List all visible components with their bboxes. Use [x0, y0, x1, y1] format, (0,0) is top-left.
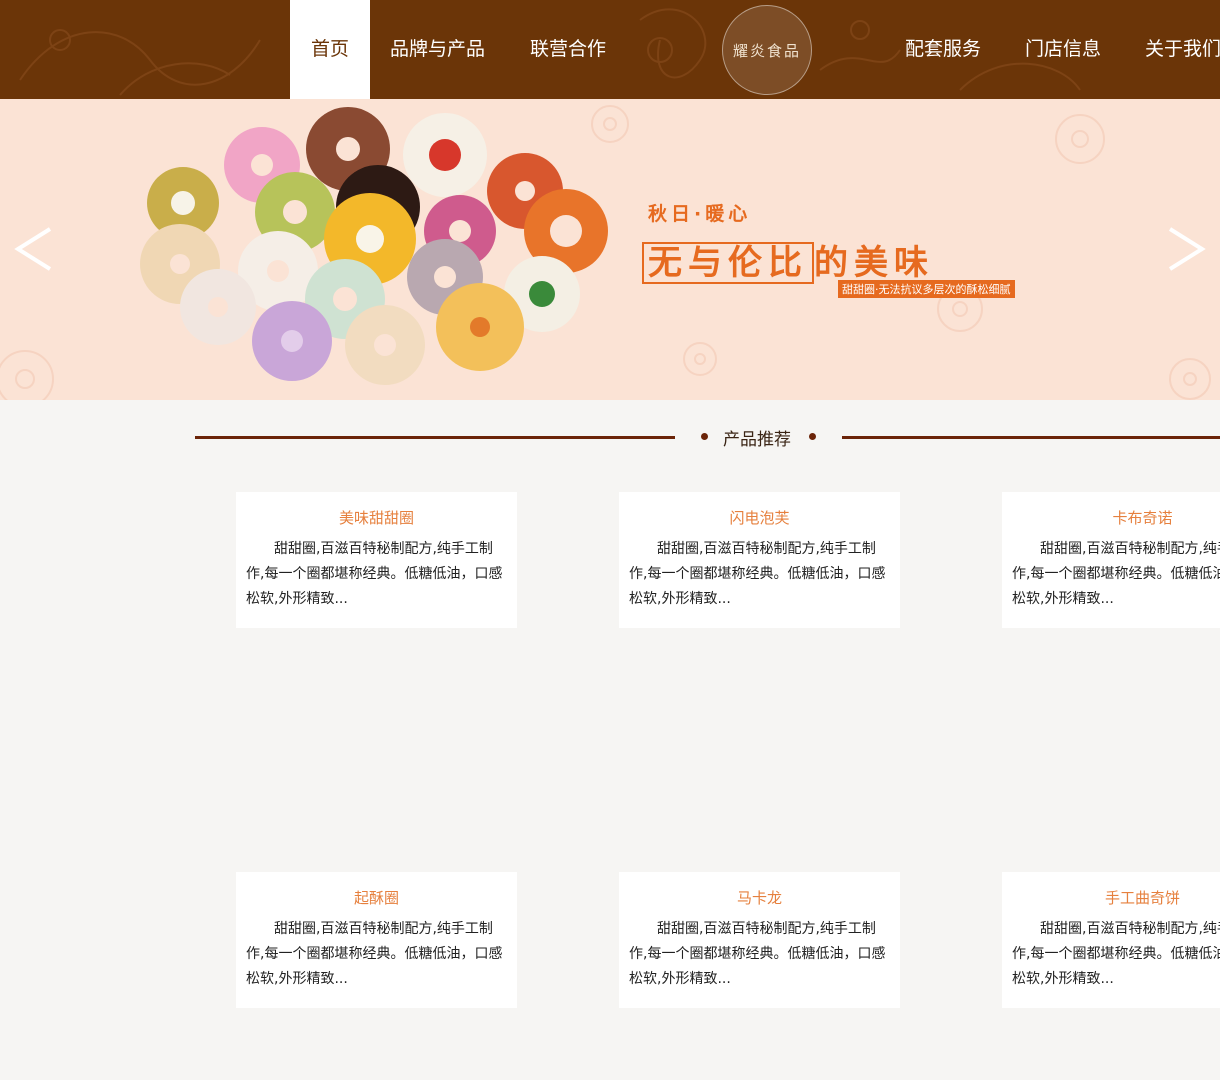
carousel-prev-icon[interactable]: [10, 224, 60, 274]
nav-partnership[interactable]: 联营合作: [530, 0, 606, 99]
nav-brand-products[interactable]: 品牌与产品: [390, 0, 485, 99]
carousel-next-icon[interactable]: [1160, 224, 1210, 274]
banner-slogan-main: 无与伦比 的美味: [642, 235, 934, 284]
product-description: 甜甜圈,百滋百特秘制配方,纯手工制 作,每一个圈都堪称经典。低糖低油，口感 松软…: [629, 541, 886, 607]
nav-stores[interactable]: 门店信息: [1025, 0, 1101, 99]
product-card[interactable]: 美味甜甜圈 甜甜圈,百滋百特秘制配方,纯手工制 作,每一个圈都堪称经典。低糖低油…: [236, 492, 517, 628]
product-title[interactable]: 闪电泡芙: [619, 507, 900, 528]
section-header: 产品推荐: [0, 420, 1220, 454]
section-title: 产品推荐: [723, 430, 791, 450]
logo-text: 耀炎食品: [732, 41, 801, 60]
product-title[interactable]: 起酥圈: [236, 887, 517, 908]
donut-illustration: [0, 105, 1211, 400]
nav-about[interactable]: 关于我们: [1145, 0, 1220, 99]
hero-banner[interactable]: 秋日·暖心 无与伦比 的美味 甜甜圈·无法抗议多层次的酥松细腻: [0, 99, 1220, 400]
brand-logo[interactable]: 耀炎食品: [722, 5, 812, 95]
product-card[interactable]: 马卡龙 甜甜圈,百滋百特秘制配方,纯手工制 作,每一个圈都堪称经典。低糖低油，口…: [619, 872, 900, 1008]
product-title[interactable]: 马卡龙: [619, 887, 900, 908]
product-title[interactable]: 卡布奇诺: [1002, 507, 1220, 528]
banner-slogan-top: 秋日·暖心: [648, 203, 752, 225]
section-divider-right: [842, 436, 1220, 439]
product-card[interactable]: 闪电泡芙 甜甜圈,百滋百特秘制配方,纯手工制 作,每一个圈都堪称经典。低糖低油，…: [619, 492, 900, 628]
product-title[interactable]: 美味甜甜圈: [236, 507, 517, 528]
product-card[interactable]: 卡布奇诺 甜甜圈,百滋百特秘制配方,纯手工制 作,每一个圈都堪称经典。低糖低油，…: [1002, 492, 1220, 628]
banner-slogan-sub: 甜甜圈·无法抗议多层次的酥松细腻: [838, 280, 1015, 298]
section-divider-left: [195, 436, 675, 439]
product-description: 甜甜圈,百滋百特秘制配方,纯手工制 作,每一个圈都堪称经典。低糖低油，口感 松软…: [629, 921, 886, 987]
product-description: 甜甜圈,百滋百特秘制配方,纯手工制 作,每一个圈都堪称经典。低糖低油，口感 松软…: [1012, 921, 1220, 987]
banner-slogan-boxed: 无与伦比: [642, 242, 814, 284]
product-card[interactable]: 手工曲奇饼 甜甜圈,百滋百特秘制配方,纯手工制 作,每一个圈都堪称经典。低糖低油…: [1002, 872, 1220, 1008]
section-dot-right: [809, 433, 816, 440]
nav-home[interactable]: 首页: [290, 0, 370, 99]
nav-services[interactable]: 配套服务: [905, 0, 981, 99]
product-description: 甜甜圈,百滋百特秘制配方,纯手工制 作,每一个圈都堪称经典。低糖低油，口感 松软…: [1012, 541, 1220, 607]
site-header: 首页 品牌与产品 联营合作 耀炎食品 配套服务 门店信息 关于我们: [0, 0, 1220, 99]
product-card[interactable]: 起酥圈 甜甜圈,百滋百特秘制配方,纯手工制 作,每一个圈都堪称经典。低糖低油，口…: [236, 872, 517, 1008]
product-description: 甜甜圈,百滋百特秘制配方,纯手工制 作,每一个圈都堪称经典。低糖低油，口感 松软…: [246, 921, 503, 987]
product-title[interactable]: 手工曲奇饼: [1002, 887, 1220, 908]
product-description: 甜甜圈,百滋百特秘制配方,纯手工制 作,每一个圈都堪称经典。低糖低油，口感 松软…: [246, 541, 503, 607]
section-dot-left: [701, 433, 708, 440]
banner-slogan-rest: 的美味: [814, 243, 934, 283]
